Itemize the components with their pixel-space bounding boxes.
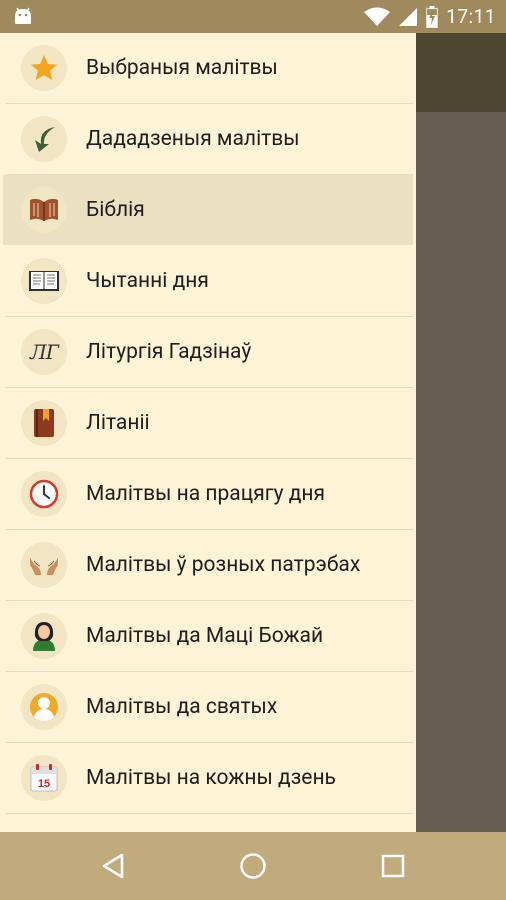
menu-item-bible[interactable]: Біблія	[3, 175, 413, 245]
menu-item-label: Малітвы да Маці Божай	[86, 624, 324, 648]
menu-item-label: Біблія	[86, 198, 145, 222]
clock-icon	[21, 471, 67, 517]
system-navigation-bar	[0, 832, 506, 900]
menu-item-liturgy-of-hours[interactable]: ЛГ Літургія Гадзінаў	[3, 317, 413, 388]
navigation-drawer: Выбраныя малітвы Дададзеныя малітвы Бібл…	[0, 33, 416, 832]
menu-item-favorite-prayers[interactable]: Выбраныя малітвы	[3, 33, 413, 104]
calendar-icon: 15	[21, 755, 67, 801]
recents-square-icon	[381, 854, 405, 878]
menu-item-prayers-during-day[interactable]: Малітвы на працягу дня	[3, 459, 413, 530]
back-button[interactable]	[83, 832, 143, 900]
mother-of-god-icon	[21, 613, 67, 659]
added-arrow-icon	[21, 116, 67, 162]
liturgy-monogram-icon: ЛГ	[21, 329, 67, 375]
home-button[interactable]	[223, 832, 283, 900]
litany-book-icon	[21, 400, 67, 446]
menu-item-prayers-various-needs[interactable]: Малітвы ў розных патрэбах	[3, 530, 413, 601]
open-book-icon	[21, 258, 67, 304]
menu-item-label: Дададзеныя малітвы	[86, 127, 300, 151]
menu-item-label: Малітвы на кожны дзень	[86, 766, 336, 790]
menu-item-label: Малітвы ў розных патрэбах	[86, 553, 361, 577]
clock-time: 17:11	[446, 5, 496, 28]
menu-item-prayers-every-day[interactable]: 15 Малітвы на кожны дзень	[3, 743, 413, 814]
svg-text:15: 15	[38, 778, 50, 790]
battery-charging-icon	[426, 5, 439, 28]
menu-item-daily-readings[interactable]: Чытанні дня	[3, 246, 413, 317]
home-circle-icon	[240, 853, 266, 879]
menu-item-prayers-to-saints[interactable]: Малітвы да святых	[3, 672, 413, 743]
saint-person-icon	[21, 684, 67, 730]
status-bar: 17:11	[0, 0, 506, 33]
menu-item-label: Чытанні дня	[86, 269, 209, 293]
android-notification-icon	[15, 7, 31, 24]
bible-book-icon	[21, 187, 67, 233]
menu-item-label: Літаніі	[86, 411, 150, 435]
menu-item-label: Малітвы на працягу дня	[86, 482, 326, 506]
menu-item-label: Літургія Гадзінаў	[86, 340, 252, 364]
menu-item-label: Выбраныя малітвы	[86, 56, 278, 80]
menu-item-prayers-mother-of-god[interactable]: Малітвы да Маці Божай	[3, 601, 413, 672]
signal-icon	[399, 7, 418, 26]
back-triangle-icon	[102, 853, 124, 879]
praying-hands-icon	[21, 542, 67, 588]
star-icon	[21, 45, 67, 91]
wifi-icon	[364, 7, 391, 26]
menu-item-label: Малітвы да святых	[86, 695, 278, 719]
recents-button[interactable]	[363, 832, 423, 900]
menu-item-added-prayers[interactable]: Дададзеныя малітвы	[3, 104, 413, 175]
menu-item-litanies[interactable]: Літаніі	[3, 388, 413, 459]
